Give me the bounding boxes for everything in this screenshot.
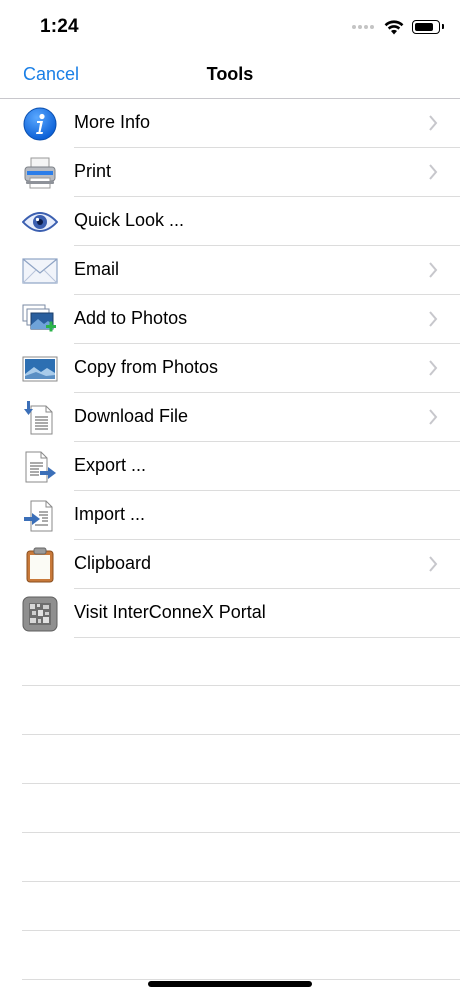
list-item-label: Quick Look ... — [74, 210, 185, 230]
list-item-add-to-photos[interactable]: Add to Photos — [0, 295, 460, 344]
list-item-label: Copy from Photos — [74, 357, 219, 377]
envelope-icon — [22, 253, 58, 289]
import-icon — [22, 498, 58, 534]
empty-table-area — [0, 637, 460, 980]
printer-icon — [22, 155, 58, 191]
export-icon — [22, 449, 58, 485]
status-bar: 1:24 — [0, 0, 460, 56]
battery-icon — [412, 20, 444, 34]
status-time: 1:24 — [40, 16, 79, 37]
cellular-signal-icon — [352, 25, 374, 29]
tools-list: More Info Print Quick Look ... Email Add… — [0, 99, 460, 638]
chevron-right-icon — [429, 311, 438, 327]
photo-icon — [22, 351, 58, 387]
list-item-print[interactable]: Print — [0, 148, 460, 197]
list-item-label: Add to Photos — [74, 308, 188, 328]
list-item-download-file[interactable]: Download File — [0, 393, 460, 442]
info-icon — [22, 106, 58, 142]
list-item-import[interactable]: Import ... — [0, 491, 460, 540]
list-item-more-info[interactable]: More Info — [0, 99, 460, 148]
eye-icon — [22, 204, 58, 240]
home-indicator[interactable] — [148, 981, 312, 987]
chevron-right-icon — [429, 360, 438, 376]
list-item-clipboard[interactable]: Clipboard — [0, 540, 460, 589]
download-file-icon — [22, 400, 58, 436]
add-photos-icon — [22, 302, 58, 338]
page-title: Tools — [206, 64, 254, 84]
wifi-icon — [384, 19, 404, 34]
qr-code-icon — [22, 596, 58, 632]
chevron-right-icon — [429, 262, 438, 278]
list-item-label: Visit InterConneX Portal — [74, 602, 266, 622]
list-item-copy-from-photos[interactable]: Copy from Photos — [0, 344, 460, 393]
list-item-label: Export ... — [74, 455, 147, 475]
clipboard-icon — [22, 547, 58, 583]
list-item-label: Download File — [74, 406, 189, 426]
list-item-label: Clipboard — [74, 553, 152, 573]
list-item-label: More Info — [74, 112, 151, 132]
chevron-right-icon — [429, 164, 438, 180]
list-item-export[interactable]: Export ... — [0, 442, 460, 491]
chevron-right-icon — [429, 115, 438, 131]
list-item-visit-portal[interactable]: Visit InterConneX Portal — [0, 589, 460, 638]
chevron-right-icon — [429, 556, 438, 572]
list-item-label: Print — [74, 161, 112, 181]
list-item-label: Email — [74, 259, 120, 279]
list-item-label: Import ... — [74, 504, 146, 524]
status-icons — [352, 18, 444, 36]
chevron-right-icon — [429, 409, 438, 425]
navigation-bar: Cancel Tools — [0, 56, 460, 99]
list-item-quick-look[interactable]: Quick Look ... — [0, 197, 460, 246]
list-item-email[interactable]: Email — [0, 246, 460, 295]
